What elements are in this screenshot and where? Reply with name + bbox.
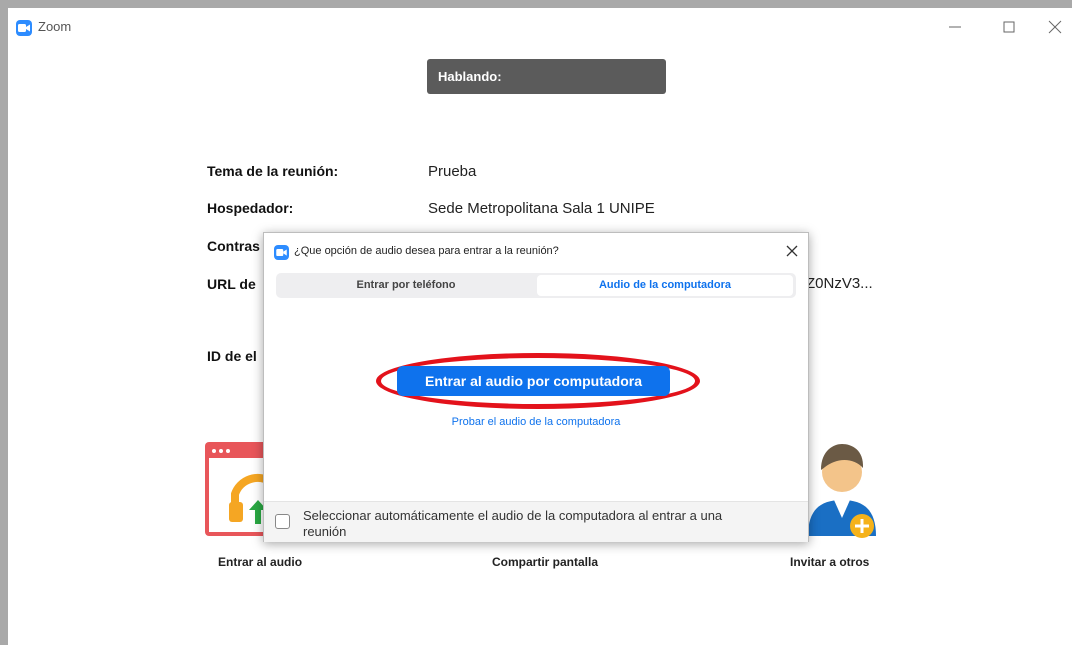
topic-label: Tema de la reunión: bbox=[207, 163, 339, 179]
headphones-icon[interactable] bbox=[205, 442, 274, 536]
test-audio-link[interactable]: Probar el audio de la computadora bbox=[264, 416, 808, 428]
zoom-camera-icon bbox=[16, 20, 32, 36]
password-label: Contras bbox=[207, 238, 260, 254]
app-title: Zoom bbox=[38, 19, 72, 34]
share-screen-label[interactable]: Compartir pantalla bbox=[492, 555, 598, 569]
window-close-button[interactable] bbox=[1044, 16, 1066, 38]
host-label: Hospedador: bbox=[207, 200, 294, 216]
speaking-banner: Hablando: bbox=[427, 59, 666, 94]
audio-tabs: Entrar por teléfono Audio de la computad… bbox=[276, 273, 796, 298]
window-frame-left bbox=[0, 8, 8, 645]
invite-person-icon[interactable] bbox=[804, 438, 880, 538]
invite-label[interactable]: Invitar a otros bbox=[790, 555, 869, 569]
title-bar: Zoom bbox=[8, 8, 1072, 42]
url-value[interactable]: Z0NzV3... bbox=[806, 275, 873, 292]
topic-value: Prueba bbox=[428, 163, 477, 180]
tab-computer-audio[interactable]: Audio de la computadora bbox=[537, 275, 793, 296]
tab-phone[interactable]: Entrar por teléfono bbox=[276, 273, 536, 298]
zoom-camera-icon bbox=[274, 245, 289, 260]
dialog-title: ¿Que opción de audio desea para entrar a… bbox=[294, 245, 559, 257]
maximize-button[interactable] bbox=[998, 16, 1020, 38]
join-audio-label[interactable]: Entrar al audio bbox=[218, 555, 302, 569]
auto-select-audio-checkbox[interactable] bbox=[275, 514, 290, 529]
minimize-button[interactable] bbox=[944, 16, 966, 38]
join-computer-audio-button[interactable]: Entrar al audio por computadora bbox=[397, 366, 670, 396]
zoom-window: Zoom Hablando: Tema de la reunión: Prueb… bbox=[8, 8, 1072, 645]
host-value: Sede Metropolitana Sala 1 UNIPE bbox=[428, 200, 655, 217]
audio-options-dialog: ¿Que opción de audio desea para entrar a… bbox=[263, 232, 809, 542]
window-frame-top bbox=[0, 0, 1072, 8]
url-label: URL de bbox=[207, 276, 256, 292]
meeting-id-label: ID de el bbox=[207, 348, 257, 364]
auto-select-audio-label[interactable]: Seleccionar automáticamente el audio de … bbox=[303, 508, 763, 540]
dialog-footer: Seleccionar automáticamente el audio de … bbox=[264, 501, 808, 542]
close-icon[interactable] bbox=[784, 243, 800, 259]
